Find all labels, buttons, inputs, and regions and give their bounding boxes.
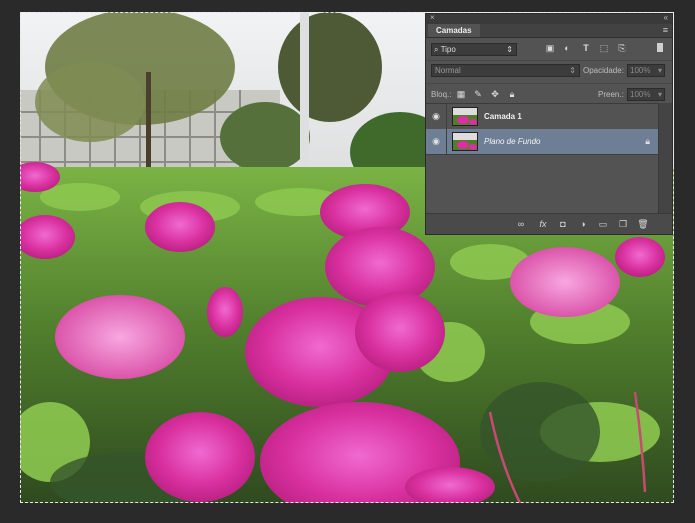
new-group-icon[interactable]: ▭ [597,219,609,230]
smart-object-filter-icon[interactable]: ⎘ [617,43,627,53]
panel-title-bar[interactable]: × « [426,13,672,24]
opacity-value: 100% [630,66,651,75]
delete-layer-icon[interactable]: 🗑︎ [637,219,649,230]
layers-scrollbar[interactable] [658,103,672,215]
lock-transparent-pixels-icon[interactable]: ▦ [456,89,466,99]
blend-mode-select[interactable]: Normal ⇕ [431,64,580,77]
panel-tab-bar: Camadas ≡ [426,24,672,38]
fill-label: Preen.: [598,90,624,99]
collapse-panel-icon[interactable]: « [664,13,668,22]
panel-footer: ∞ fx ◘ ◑ ▭ ❐ 🗑︎ [426,213,672,234]
layer-thumbnail [452,132,478,151]
lock-label: Bloq.: [431,90,452,99]
spinner-arrows-icon: ⇕ [569,66,576,75]
lock-icon: 🔒︎ [645,136,650,146]
layers-panel: × « Camadas ≡ ⌕ Tipo ⇕ ▣ ◐ T ⬚ ⎘ Normal … [425,13,673,235]
filter-kind-value: Tipo [440,45,456,54]
panel-menu-icon[interactable]: ≡ [663,24,668,36]
dropdown-arrow-icon: ▾ [657,66,662,75]
visibility-eye-icon[interactable]: ◉ [431,137,441,146]
link-layers-icon[interactable]: ∞ [515,219,527,230]
layer-filter-row: ⌕ Tipo ⇕ ▣ ◐ T ⬚ ⎘ [426,40,672,58]
image-filter-icon[interactable]: ▣ [545,43,555,53]
layer-name: Camada 1 [484,112,522,121]
spinner-arrows-icon: ⇕ [506,45,513,54]
lock-position-icon[interactable]: ✥ [490,89,500,99]
type-filter-icon[interactable]: T [581,43,591,53]
divider [446,129,447,154]
layer-name: Plano de Fundo [484,137,541,146]
opacity-label: Opacidade: [583,66,624,75]
filter-toggle-switch[interactable] [657,43,663,52]
new-adjustment-icon[interactable]: ◑ [577,219,589,230]
visibility-eye-icon[interactable]: ◉ [431,112,441,121]
lock-row: Bloq.: ▦ ✎ ✥ 🔒︎ Preen.: 100% ▾ [426,83,672,104]
layers-list: ◉ Camada 1 ◉ Plano de Fundo 🔒︎ [426,103,660,216]
fill-value: 100% [630,90,651,99]
tab-camadas[interactable]: Camadas [428,24,480,37]
layer-row-camada-1[interactable]: ◉ Camada 1 [426,104,660,130]
new-layer-icon[interactable]: ❐ [617,219,629,230]
divider [446,104,447,129]
shape-filter-icon[interactable]: ⬚ [599,43,609,53]
lock-all-icon[interactable]: 🔒︎ [507,89,517,99]
fx-icon[interactable]: fx [537,219,549,230]
layer-row-plano-de-fundo[interactable]: ◉ Plano de Fundo 🔒︎ [426,129,660,155]
layer-thumbnail [452,107,478,126]
filter-kind-select[interactable]: ⌕ Tipo ⇕ [431,43,517,56]
fill-field[interactable]: 100% ▾ [627,88,665,101]
close-panel-icon[interactable]: × [430,13,435,22]
opacity-field[interactable]: 100% ▾ [627,64,665,77]
dropdown-arrow-icon: ▾ [657,90,662,99]
blend-row: Normal ⇕ Opacidade: 100% ▾ [426,60,672,79]
add-mask-icon[interactable]: ◘ [557,219,569,230]
blend-mode-value: Normal [435,66,461,75]
search-icon: ⌕ [434,45,439,54]
lock-image-pixels-icon[interactable]: ✎ [473,89,483,99]
adjustment-filter-icon[interactable]: ◐ [562,43,572,53]
